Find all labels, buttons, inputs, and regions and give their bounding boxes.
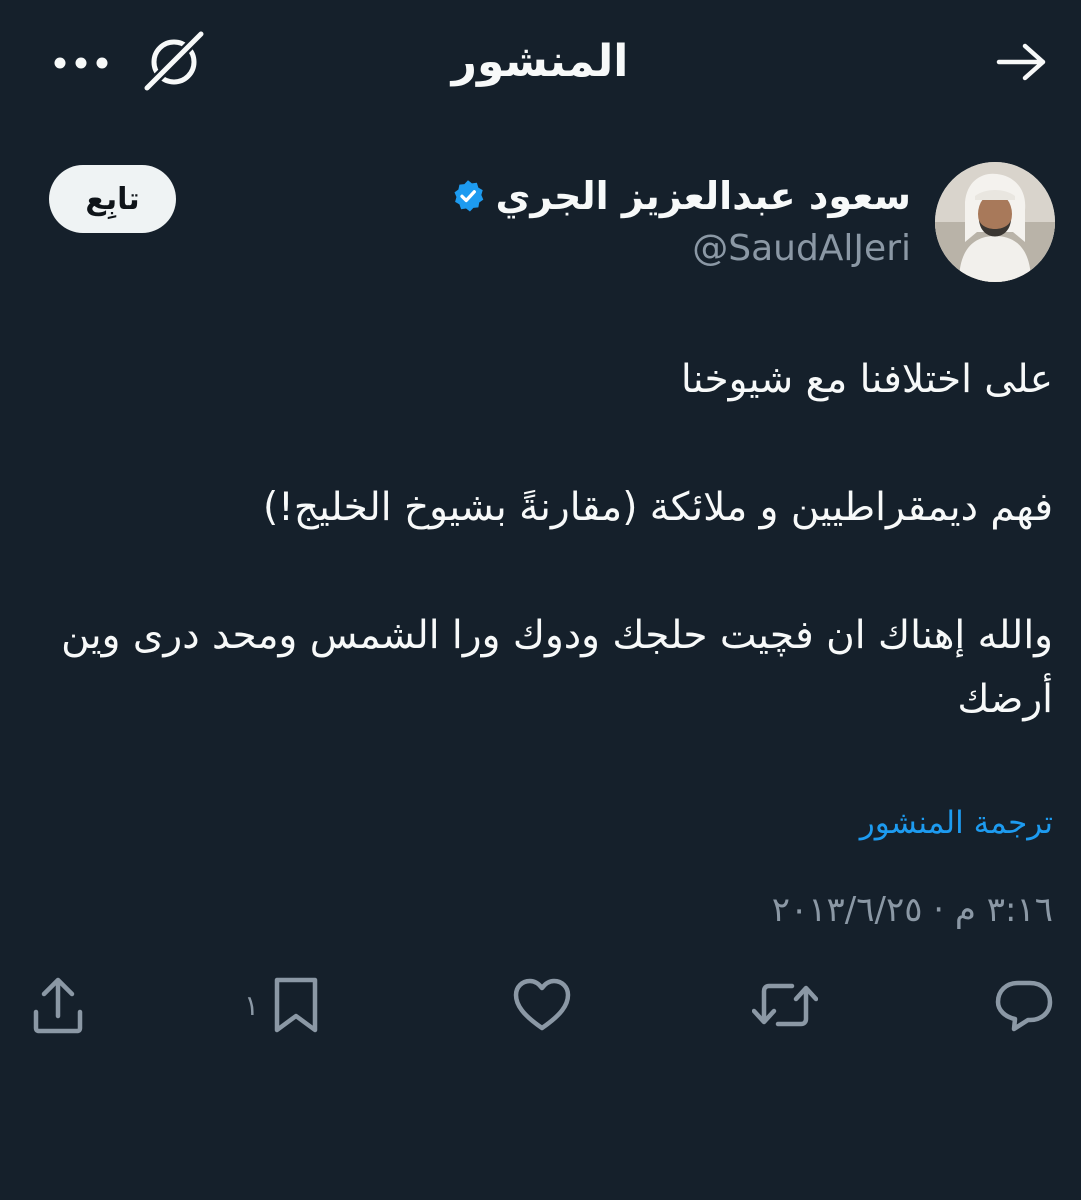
back-button[interactable]	[990, 36, 1054, 92]
author-display-name[interactable]: سعود عبدالعزيز الجري	[496, 170, 911, 222]
more-options-button[interactable]	[48, 40, 114, 88]
share-button[interactable]	[32, 970, 84, 1040]
more-horizontal-icon	[53, 55, 109, 74]
bookmark-count: ١	[244, 988, 260, 1022]
top-bar: المنشور	[0, 0, 1081, 130]
tweet-text: على اختلافنا مع شيوخنا فهم ديمقراطيين و …	[23, 348, 1053, 732]
action-bar: ١	[0, 970, 1081, 1040]
author-handle[interactable]: @SaudAlJeri	[692, 224, 911, 274]
arrow-right-icon	[995, 42, 1049, 86]
heart-icon	[513, 978, 571, 1032]
share-icon	[32, 976, 84, 1034]
author-name-row: سعود عبدالعزيز الجري	[450, 170, 911, 222]
bookmark-icon	[273, 976, 319, 1034]
like-button[interactable]	[513, 970, 571, 1040]
verified-badge-icon	[450, 178, 486, 214]
reply-icon	[994, 977, 1054, 1033]
follow-button[interactable]: تابِع	[49, 165, 176, 233]
page-title: المنشور	[451, 36, 629, 87]
tweet-paragraph: على اختلافنا مع شيوخنا	[680, 357, 1053, 402]
grok-icon	[141, 29, 207, 96]
retweet-button[interactable]	[752, 970, 818, 1040]
translate-post-link[interactable]: ترجمة المنشور	[860, 800, 1053, 846]
tweet-timestamp[interactable]: ٣:١٦ م · ٢٠١٣/٦/٢٥	[772, 882, 1053, 938]
tweet-paragraph: فهم ديمقراطيين و ملائكة (مقارنةً بشيوخ ا…	[262, 485, 1053, 530]
avatar[interactable]	[935, 162, 1055, 282]
reply-button[interactable]	[994, 970, 1054, 1040]
bookmark-button[interactable]: ١	[244, 970, 319, 1040]
grok-button[interactable]	[138, 29, 210, 96]
retweet-icon	[752, 977, 818, 1033]
tweet-paragraph: والله إهناك ان فچيت حلجك ودوك ورا الشمس …	[61, 613, 1053, 722]
